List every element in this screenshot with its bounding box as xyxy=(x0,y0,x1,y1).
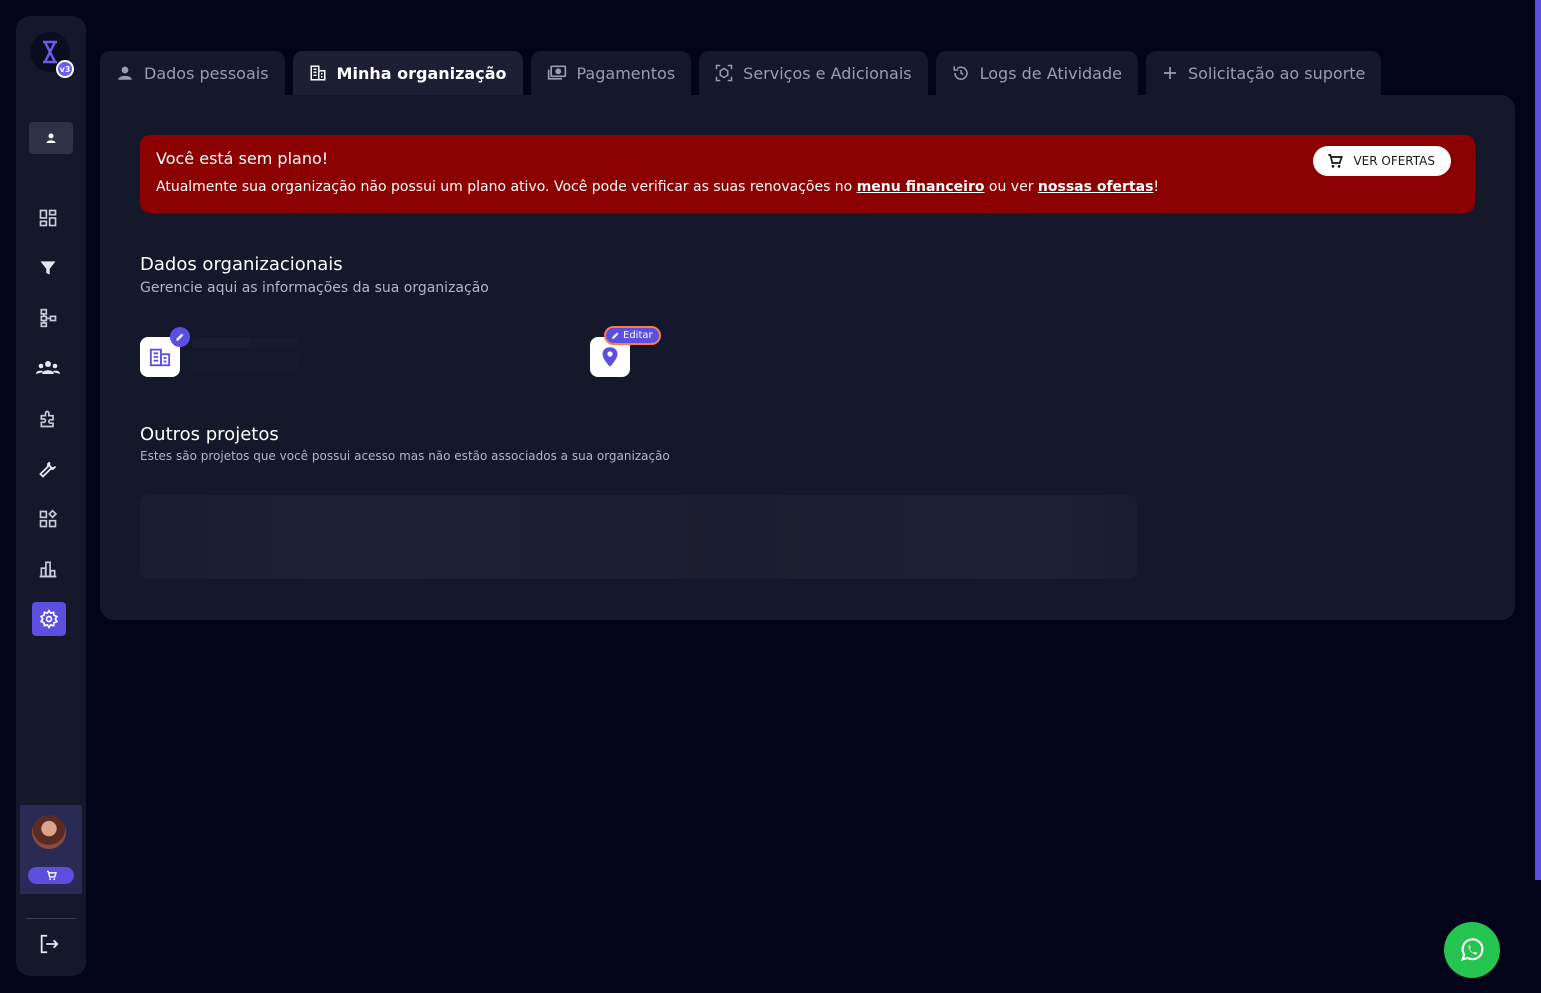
tab-label: Logs de Atividade xyxy=(979,63,1122,83)
nav-settings[interactable] xyxy=(32,602,66,636)
alert-text-part: Atualmente sua organização não possui um… xyxy=(156,179,857,195)
nav-integrations[interactable] xyxy=(33,404,63,434)
main-panel: Você está sem plano! Atualmente sua orga… xyxy=(100,95,1515,620)
sidebar: v3 xyxy=(16,16,86,976)
projects-section-title: Outros projetos xyxy=(140,424,279,445)
org-name-placeholder xyxy=(192,353,298,373)
tab-servicos[interactable]: Serviços e Adicionais xyxy=(699,51,928,95)
projects-loading-placeholder xyxy=(140,495,1137,579)
bar-chart-icon xyxy=(39,561,57,578)
person-icon xyxy=(46,133,56,143)
cart-button[interactable] xyxy=(28,867,74,884)
tab-label: Serviços e Adicionais xyxy=(743,63,912,83)
sidebar-divider xyxy=(26,918,76,919)
hourglass-logo-icon xyxy=(43,40,57,64)
nav-apps[interactable] xyxy=(33,504,63,534)
pencil-icon xyxy=(612,332,619,339)
apps-icon xyxy=(39,509,58,528)
wrench-icon xyxy=(39,461,57,478)
dashboard-icon xyxy=(39,209,57,227)
menu-financeiro-link[interactable]: menu financeiro xyxy=(857,179,985,195)
logout-button[interactable] xyxy=(34,929,64,959)
payments-icon xyxy=(547,65,566,80)
tab-minha-organizacao[interactable]: Minha organização xyxy=(292,51,523,95)
edit-label: Editar xyxy=(623,330,653,341)
edit-org-name-button[interactable] xyxy=(170,327,190,347)
app-logo[interactable]: v3 xyxy=(30,32,74,78)
nossas-ofertas-link[interactable]: nossas ofertas xyxy=(1038,179,1154,195)
cart-icon xyxy=(1328,154,1344,168)
building-icon xyxy=(310,65,326,81)
profile-chip[interactable] xyxy=(29,122,73,154)
avatar[interactable] xyxy=(32,815,66,849)
org-section-title: Dados organizacionais xyxy=(140,254,343,275)
org-name-placeholder xyxy=(192,338,250,348)
nav-dashboard[interactable] xyxy=(33,203,63,233)
tab-suporte[interactable]: Solicitação ao suporte xyxy=(1145,51,1382,95)
version-badge: v3 xyxy=(56,60,74,78)
person-icon xyxy=(118,66,132,80)
org-name-placeholder xyxy=(250,338,298,348)
settings-tabs: Dados pessoais Minha organização Pagamen… xyxy=(100,51,1382,95)
tab-pagamentos[interactable]: Pagamentos xyxy=(530,51,692,95)
alert-text-part: ! xyxy=(1153,179,1160,195)
settings-icon xyxy=(39,609,59,629)
history-icon xyxy=(953,66,968,80)
flowchart-icon xyxy=(40,308,57,328)
pencil-icon xyxy=(176,333,184,341)
tab-label: Solicitação ao suporte xyxy=(1187,63,1366,83)
tab-dados-pessoais[interactable]: Dados pessoais xyxy=(100,51,285,95)
whatsapp-button[interactable] xyxy=(1444,922,1500,978)
services-icon xyxy=(715,64,733,82)
user-box xyxy=(20,805,82,894)
tab-label: Pagamentos xyxy=(576,63,676,83)
org-section-subtitle: Gerencie aqui as informações da sua orga… xyxy=(140,280,489,296)
plus-icon xyxy=(1163,67,1176,79)
nav-flow[interactable] xyxy=(33,303,63,333)
alert-title: Você está sem plano! xyxy=(156,149,329,168)
nav-reports[interactable] xyxy=(33,554,63,584)
edit-address-button[interactable]: Editar xyxy=(604,326,661,345)
tab-logs[interactable]: Logs de Atividade xyxy=(935,51,1138,95)
ver-ofertas-label: VER OFERTAS xyxy=(1353,154,1435,168)
alert-text-part: ou ver xyxy=(984,179,1038,195)
whatsapp-icon xyxy=(1461,938,1484,961)
building-icon xyxy=(149,348,171,367)
tab-label: Dados pessoais xyxy=(144,63,269,83)
puzzle-icon xyxy=(40,410,54,428)
nav-team[interactable] xyxy=(33,353,63,383)
logout-icon xyxy=(40,934,59,954)
nav-filter[interactable] xyxy=(33,253,63,283)
page-scrollbar[interactable] xyxy=(1535,0,1541,880)
filter-icon xyxy=(40,261,56,275)
projects-section-subtitle: Estes são projetos que você possui acess… xyxy=(140,449,670,463)
cart-icon xyxy=(46,870,57,881)
location-pin-icon xyxy=(602,347,618,367)
tab-label: Minha organização xyxy=(336,63,507,83)
ver-ofertas-button[interactable]: VER OFERTAS xyxy=(1313,146,1451,176)
no-plan-alert: Você está sem plano! Atualmente sua orga… xyxy=(140,135,1475,213)
alert-text: Atualmente sua organização não possui um… xyxy=(156,179,1159,195)
nav-tools[interactable] xyxy=(33,454,63,484)
team-icon xyxy=(36,361,60,374)
